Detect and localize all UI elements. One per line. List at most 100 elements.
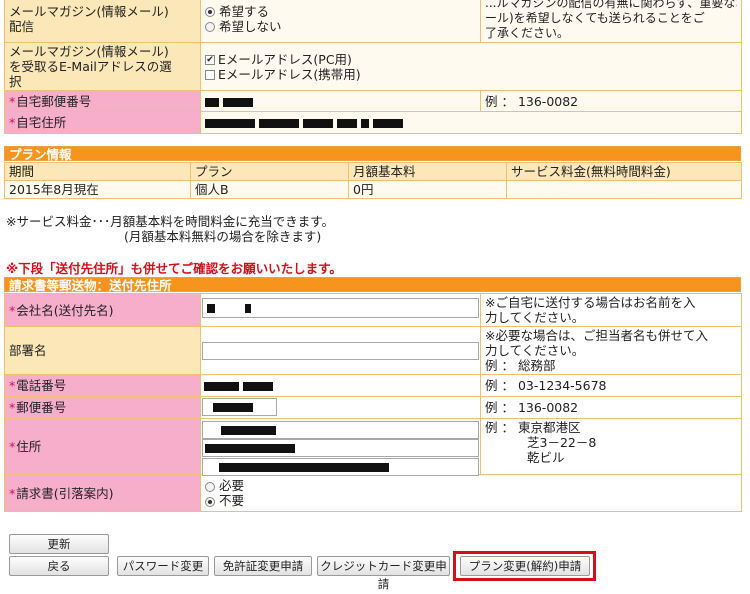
email-mobile-label: Eメールアドレス(携帯用): [218, 66, 361, 82]
company-input[interactable]: [202, 298, 479, 318]
home-address-label-text: 自宅住所: [16, 115, 67, 130]
zip-example: 例 ： 136-0082: [480, 396, 742, 419]
email-label-line2: を受取るE-Mailアドレスの選: [9, 59, 172, 74]
address-example: 例 ： 東京都港区 芝3－22－8 乾ビル: [480, 418, 742, 475]
address-input-1[interactable]: [202, 421, 479, 439]
license-change-button[interactable]: 免許証変更申請: [214, 556, 312, 576]
plan-col-plan: プラン: [190, 162, 349, 181]
checkbox-icon[interactable]: [205, 70, 215, 80]
email-label-line1: メールマガジン(情報メール): [9, 44, 169, 59]
phone-value: [204, 378, 273, 393]
email-pc-option[interactable]: ✔ Eメールアドレス(PC用): [205, 52, 737, 67]
redacted-block: [372, 119, 403, 128]
redacted-block: [336, 119, 357, 128]
member-info-table: メールマガジン(情報メール) 配信 希望する 希望しない ...ルマガジンの配信…: [4, 0, 742, 134]
invoice-opt-no[interactable]: 不要: [205, 493, 737, 508]
opt-yes-label: 希望する: [219, 3, 270, 19]
redacted-block: [302, 119, 333, 128]
magazine-note-line2: ール)を希望しなくても送られることをご: [485, 11, 705, 25]
address-label-text: 住所: [16, 439, 42, 454]
billing-table: *会社名(送付先名) ※ご自宅に送付する場合はお名前を入 力してください。 部署…: [4, 293, 742, 512]
credit-card-change-button[interactable]: クレジットカード変更申請: [317, 556, 450, 591]
redacted-block: [205, 97, 219, 107]
radio-button[interactable]: [205, 7, 215, 17]
redacted-block: [205, 444, 295, 453]
home-zip-example: 例 ： 136-0082: [480, 90, 742, 112]
checkbox-checked-icon[interactable]: ✔: [205, 55, 215, 65]
dept-note-line2: 力してください。: [485, 343, 585, 358]
shipping-warning: ※下段「送付先住所」も併せてご確認をお願いいたします。: [6, 261, 342, 276]
invoice-label-text: 請求書(引落案内): [16, 485, 114, 501]
magazine-label-line2: 配信: [9, 18, 35, 34]
invoice-need-label: 必要: [219, 478, 245, 493]
redacted-block: [213, 403, 253, 412]
magazine-note: ...ルマガジンの配信の有無に関わらず、重要なお知らせ(メ ール)を希望しなくて…: [480, 0, 742, 43]
radio-button[interactable]: [205, 22, 215, 32]
invoice-label: *請求書(引落案内): [4, 474, 201, 512]
invoice-options: 必要 不要: [200, 474, 742, 512]
plan-change-button[interactable]: プラン変更(解約)申請: [460, 556, 590, 576]
invoice-opt-need[interactable]: 必要: [205, 478, 737, 493]
department-input[interactable]: [202, 342, 479, 360]
addr-example-line2: 芝3－22－8: [527, 435, 597, 450]
magazine-delivery-label: メールマガジン(情報メール) 配信: [4, 0, 201, 43]
opt-no-label: 希望しない: [219, 18, 282, 34]
email-mobile-option[interactable]: Eメールアドレス(携帯用): [205, 67, 737, 82]
company-label-text: 会社名(送付先名): [16, 302, 114, 318]
required-mark: *: [9, 485, 16, 501]
email-select-label: メールマガジン(情報メール) を受取るE-Mailアドレスの選 択: [4, 42, 201, 91]
update-button[interactable]: 更新: [9, 534, 109, 554]
dept-note-line1: ※必要な場合は、ご担当者名も併せて入: [485, 328, 708, 343]
phone-label: *電話番号: [4, 374, 201, 397]
redacted-block: [205, 119, 255, 128]
phone-label-text: 電話番号: [16, 378, 67, 393]
address-label: *住所: [4, 418, 201, 475]
redacted-block: [219, 463, 389, 472]
plan-col-monthly-fee: 月額基本料: [348, 162, 507, 181]
billing-address-band: 請求書等郵送物：送付先住所: [4, 277, 741, 293]
email-select-options: ✔ Eメールアドレス(PC用) Eメールアドレス(携帯用): [200, 42, 742, 91]
required-mark: *: [9, 400, 16, 415]
plan-cell-service-fee: [506, 180, 742, 199]
company-note: ※ご自宅に送付する場合はお名前を入 力してください。: [480, 293, 742, 327]
address-input-3[interactable]: [202, 458, 479, 476]
home-zip-label-text: 自宅郵便番号: [16, 93, 92, 109]
plan-info-band: プラン情報: [4, 146, 741, 162]
required-mark: *: [9, 115, 16, 130]
home-address-value: [200, 111, 742, 134]
redacted-block: [204, 382, 239, 391]
email-pc-label: Eメールアドレス(PC用): [218, 51, 352, 67]
address-input-2[interactable]: [202, 439, 479, 457]
password-change-button[interactable]: パスワード変更: [117, 556, 209, 576]
magazine-opt-yes[interactable]: 希望する: [205, 4, 476, 19]
home-zip-label: *自宅郵便番号: [4, 90, 201, 112]
department-label: 部署名: [4, 326, 201, 375]
zip-label-text: 郵便番号: [16, 400, 67, 415]
required-mark: *: [9, 439, 16, 454]
home-address-label: *自宅住所: [4, 111, 201, 134]
addr-example-line3: 乾ビル: [527, 450, 565, 465]
home-zip-value: [200, 90, 481, 112]
department-note: ※必要な場合は、ご担当者名も併せて入 力してください。 例 ： 総務部: [480, 326, 742, 375]
zip-input[interactable]: [202, 398, 277, 416]
dept-note-line3: 例 ： 総務部: [485, 358, 556, 373]
magazine-opt-no[interactable]: 希望しない: [205, 19, 476, 34]
magazine-delivery-options: 希望する 希望しない: [200, 0, 481, 43]
plan-table: 期間 プラン 月額基本料 サービス料金(無料時間料金) 2015年8月現在 個人…: [4, 162, 742, 199]
service-note-line2: (月額基本料無料の場合を除きます): [124, 229, 322, 244]
plan-cell-monthly-fee: 0円: [348, 180, 507, 199]
radio-button[interactable]: [205, 481, 215, 492]
required-mark: *: [9, 378, 16, 393]
required-mark: *: [9, 93, 16, 109]
email-label-line3: 択: [9, 74, 22, 89]
magazine-label-line1: メールマガジン(情報メール): [9, 3, 169, 19]
redacted-block: [221, 426, 276, 435]
back-button[interactable]: 戻る: [9, 556, 109, 576]
plan-col-period: 期間: [4, 162, 191, 181]
radio-button[interactable]: [205, 496, 215, 507]
redacted-block: [242, 382, 273, 391]
plan-col-service-fee: サービス料金(無料時間料金): [506, 162, 742, 181]
required-mark: *: [9, 302, 16, 318]
addr-example-line1: 例 ： 東京都港区: [485, 420, 581, 435]
redacted-block: [258, 119, 299, 128]
